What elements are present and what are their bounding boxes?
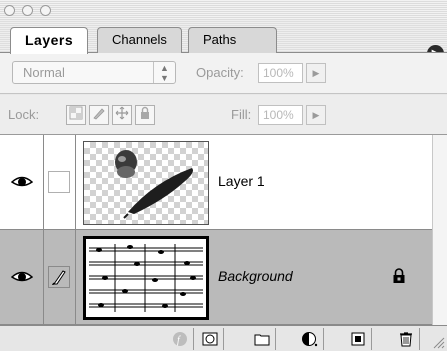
tab-paths[interactable]: Paths bbox=[188, 27, 278, 53]
link-toggle[interactable] bbox=[44, 230, 76, 324]
lock-transparency-icon[interactable] bbox=[66, 105, 86, 125]
sheet-music-icon bbox=[85, 238, 207, 318]
eye-icon bbox=[11, 271, 33, 282]
trash-icon[interactable] bbox=[392, 328, 420, 350]
blend-mode-value: Normal bbox=[23, 65, 65, 80]
opacity-slider-arrow-icon[interactable]: ▶ bbox=[306, 63, 326, 83]
paintbrush-icon bbox=[48, 266, 70, 288]
feather-icon bbox=[115, 150, 193, 219]
visibility-toggle[interactable] bbox=[0, 135, 44, 229]
layers-scrollbar[interactable] bbox=[432, 135, 447, 325]
layers-palette: Layers Channels Paths ▶ Normal ▲▼ Opacit… bbox=[0, 0, 447, 351]
layer-style-icon[interactable]: f bbox=[166, 328, 194, 350]
new-adjustment-layer-icon[interactable] bbox=[296, 328, 324, 350]
eye-icon bbox=[11, 176, 33, 187]
fill-slider-arrow-icon[interactable]: ▶ bbox=[306, 105, 326, 125]
new-layer-set-icon[interactable] bbox=[248, 328, 276, 350]
layer-mask-icon[interactable] bbox=[196, 328, 224, 350]
sheet-music-thumbnail[interactable] bbox=[83, 236, 209, 320]
layer-name[interactable]: Background bbox=[218, 268, 293, 284]
layer-row-background[interactable]: Background bbox=[0, 230, 432, 325]
minimize-window-icon[interactable] bbox=[22, 5, 33, 16]
lock-label: Lock: bbox=[8, 107, 40, 122]
fill-label: Fill: bbox=[231, 107, 252, 122]
layer-row-layer-1[interactable]: Layer 1 bbox=[0, 135, 432, 230]
empty-link-box bbox=[48, 171, 70, 193]
resize-grip-icon[interactable] bbox=[431, 335, 445, 349]
new-layer-icon[interactable] bbox=[344, 328, 372, 350]
tab-layers[interactable]: Layers bbox=[10, 27, 89, 54]
tab-channels[interactable]: Channels bbox=[97, 27, 182, 53]
opacity-label: Opacity: bbox=[196, 65, 244, 80]
link-toggle[interactable] bbox=[44, 135, 76, 229]
lock-image-pixels-icon[interactable] bbox=[89, 105, 109, 125]
lock-position-icon[interactable] bbox=[112, 105, 132, 125]
lock-all-icon[interactable] bbox=[135, 105, 155, 125]
zoom-window-icon[interactable] bbox=[40, 5, 51, 16]
padlock-icon bbox=[393, 268, 405, 283]
layers-list: Layer 1 Background bbox=[0, 135, 432, 325]
blend-mode-select[interactable]: Normal ▲ ▼ bbox=[12, 61, 176, 84]
opacity-field[interactable]: 100% bbox=[258, 63, 303, 83]
close-window-icon[interactable] bbox=[4, 5, 15, 16]
feather-thumbnail[interactable] bbox=[83, 141, 209, 225]
lock-options-row: Lock: Fill: 100% ▶ bbox=[0, 95, 447, 135]
palette-tabs: Layers Channels Paths ▶ bbox=[0, 20, 447, 62]
visibility-toggle[interactable] bbox=[0, 230, 44, 324]
fill-field[interactable]: 100% bbox=[258, 105, 303, 125]
palette-bottom-bar: f bbox=[0, 325, 447, 351]
palette-title-bar[interactable] bbox=[0, 0, 447, 20]
layer-name[interactable]: Layer 1 bbox=[218, 173, 265, 189]
blend-options-row: Normal ▲ ▼ Opacity: 100% ▶ bbox=[0, 53, 447, 94]
up-down-arrows-icon: ▲ ▼ bbox=[153, 62, 175, 83]
